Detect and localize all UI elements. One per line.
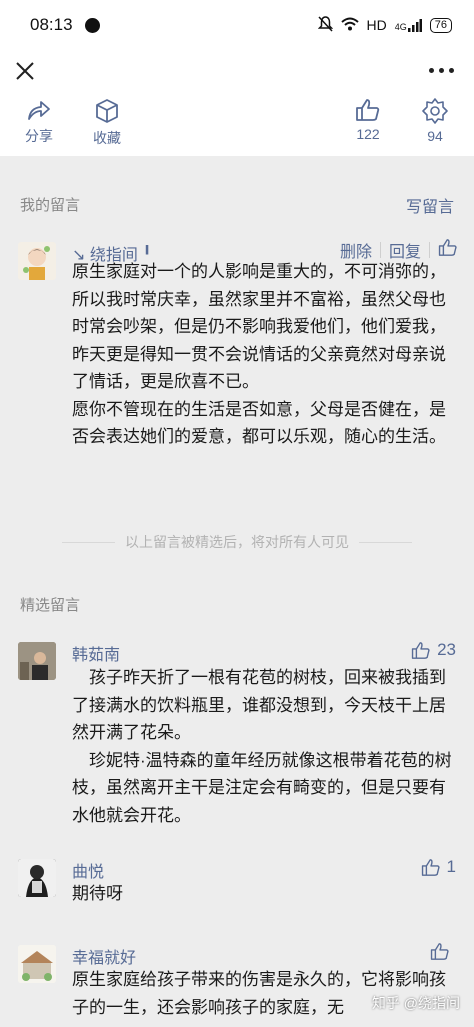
comment-paragraph: 期待呀 [72, 884, 123, 903]
avatar [18, 859, 56, 897]
like-button[interactable]: 122 [338, 98, 398, 142]
thumb-up-icon [430, 943, 449, 960]
thumb-up-icon [411, 641, 430, 659]
divider-line [359, 541, 412, 543]
comment-author[interactable]: 韩茹南 [72, 641, 120, 665]
thumb-up-icon [438, 239, 457, 256]
share-label: 分享 [25, 128, 53, 144]
wifi-icon [340, 17, 359, 34]
share-icon [28, 101, 50, 120]
status-bar: 08:13 HD 4G 76 [0, 0, 474, 50]
divider [429, 242, 430, 258]
like-count: 122 [356, 126, 380, 142]
battery-icon: 76 [429, 17, 452, 33]
thumb-up-icon [421, 858, 440, 876]
wow-count: 94 [427, 128, 443, 144]
avatar [18, 945, 56, 983]
mute-icon [317, 15, 333, 35]
status-time: 08:13 [30, 15, 73, 34]
more-icon[interactable] [429, 68, 454, 73]
comment-text: 原生家庭对一个的人影响是重大的，不可消弥的，所以我时常庆幸，虽然家里并不富裕，虽… [72, 258, 458, 451]
comment-like-button[interactable]: 1 [421, 857, 456, 877]
visibility-notice-text: 以上留言被精选后，将对所有人可见 [125, 534, 349, 550]
featured-comments-header: 精选留言 [20, 597, 81, 614]
comment-paragraph: 珍妮特·温特森的童年经历就像这根带着花苞的树枝，虽然离开主干是注定会有畸变的，但… [72, 750, 452, 825]
signal-icon: 4G [394, 18, 422, 32]
avatar [18, 642, 56, 680]
signal-label: 4G [394, 21, 407, 32]
thumb-up-icon [356, 99, 380, 121]
comment-text: 期待呀 [72, 880, 458, 908]
divider [379, 242, 381, 258]
app-notification-icon [84, 17, 100, 33]
collect-label: 收藏 [93, 130, 121, 146]
comment-text: 孩子昨天折了一根有花苞的树枝，回来被我插到了接满水的饮料瓶里，谁都没想到，今天枝… [72, 664, 458, 829]
wow-icon [422, 98, 448, 124]
comment-like-button[interactable]: 23 [411, 640, 456, 660]
comment-paragraph: 原生家庭对一个的人影响是重大的，不可消弥的，所以我时常庆幸，虽然家里并不富裕，虽… [72, 262, 446, 391]
share-button[interactable]: 分享 [9, 98, 69, 146]
divider-line [62, 541, 115, 543]
visibility-notice: 以上留言被精选后，将对所有人可见 [62, 532, 412, 552]
wow-button[interactable]: 94 [405, 98, 465, 144]
comment-author[interactable]: 幸福就好 [72, 944, 136, 968]
avatar [18, 242, 56, 280]
my-comments-header: 我的留言 [20, 197, 81, 214]
cube-icon [96, 99, 118, 123]
network-label: HD [366, 17, 387, 33]
comment-paragraph: 愿你不管现在的生活是否如意，父母是否健在，是否会表达她们的爱意，都可以乐观，随心… [72, 399, 446, 447]
comment-author[interactable]: 曲悦 [72, 858, 104, 882]
collect-button[interactable]: 收藏 [77, 98, 137, 148]
article-action-bar: 分享 收藏 122 94 [0, 94, 474, 156]
like-count: 23 [437, 640, 456, 659]
watermark: 知乎 @绕指间 [371, 995, 460, 1011]
comment-like-button[interactable] [430, 942, 456, 961]
like-count: 1 [446, 857, 456, 876]
write-comment-button[interactable]: 写留言 [406, 193, 454, 217]
close-icon[interactable] [14, 60, 36, 82]
comment-paragraph: 孩子昨天折了一根有花苞的树枝，回来被我插到了接满水的饮料瓶里，谁都没想到，今天枝… [72, 668, 446, 742]
top-bar [0, 50, 474, 94]
